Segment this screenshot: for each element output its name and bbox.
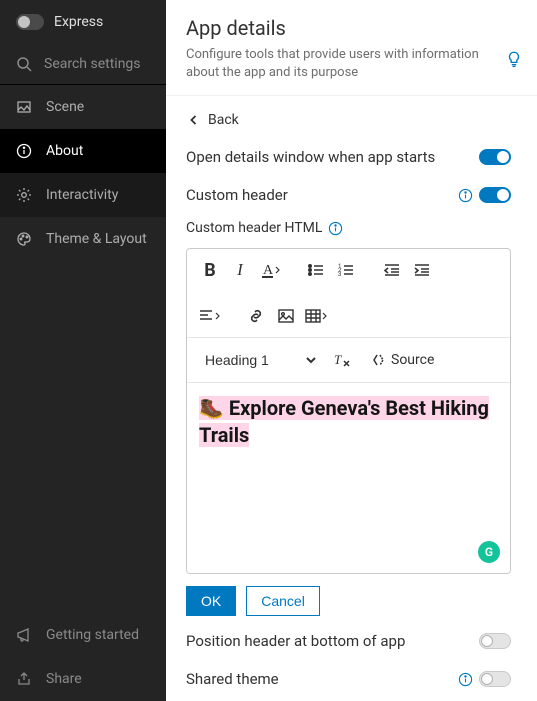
sidebar-item-label: Getting started (46, 627, 139, 643)
sidebar-item-getting-started[interactable]: Getting started (0, 613, 166, 657)
info-icon[interactable] (328, 221, 343, 236)
position-bottom-toggle[interactable] (479, 633, 511, 649)
open-details-toggle[interactable] (479, 149, 511, 165)
format-select[interactable]: Heading 1 (197, 346, 319, 374)
sidebar-bottom: Getting started Share (0, 613, 166, 701)
editor-text[interactable]: 🥾 Explore Geneva's Best Hiking Trails (199, 396, 489, 447)
row-open-details: Open details window when app starts (186, 138, 511, 176)
palette-icon (16, 231, 32, 247)
row-label: Position header at bottom of app (186, 632, 405, 650)
custom-header-toggle[interactable] (479, 187, 511, 203)
info-icon[interactable] (458, 188, 473, 203)
table-button[interactable] (303, 303, 329, 329)
row-label: Custom header (186, 186, 288, 204)
editor-actions: OK Cancel (186, 574, 511, 622)
row-position-bottom: Position header at bottom of app (186, 622, 511, 660)
sidebar-nav: Scene About Interactivity Theme & Layout (0, 85, 166, 261)
share-icon (16, 671, 32, 687)
express-toggle-row: Express (0, 0, 166, 44)
svg-text:A: A (263, 263, 274, 278)
cancel-button[interactable]: Cancel (246, 586, 320, 616)
express-label: Express (54, 14, 103, 30)
scene-icon (16, 99, 32, 115)
grammarly-icon[interactable]: G (478, 541, 500, 563)
search-placeholder: Search settings (44, 56, 141, 72)
chevron-left-icon (186, 112, 202, 128)
source-button[interactable]: Source (365, 347, 438, 373)
ok-button[interactable]: OK (186, 586, 236, 616)
editor-toolbar-row2: Heading 1 T Source (187, 338, 510, 383)
editor-content[interactable]: 🥾 Explore Geneva's Best Hiking Trails G (187, 383, 510, 573)
rich-text-editor: B I A 123 (186, 248, 511, 574)
indent-button[interactable] (409, 257, 435, 283)
sidebar-item-label: About (46, 143, 83, 159)
shared-theme-toggle[interactable] (479, 671, 511, 687)
main-panel: App details Configure tools that provide… (166, 0, 537, 701)
info-icon[interactable] (458, 672, 473, 687)
sidebar-item-theme[interactable]: Theme & Layout (0, 217, 166, 261)
svg-text:T: T (334, 352, 342, 367)
row-custom-header: Custom header (186, 176, 511, 214)
megaphone-icon (16, 627, 32, 643)
row-label: Custom header HTML (186, 220, 322, 236)
page-title: App details (186, 16, 517, 40)
row-label: Open details window when app starts (186, 148, 435, 166)
back-button[interactable]: Back (186, 96, 511, 138)
sidebar-item-share[interactable]: Share (0, 657, 166, 701)
numbered-list-button[interactable]: 123 (333, 257, 359, 283)
page-description: Configure tools that provide users with … (186, 46, 496, 81)
back-label: Back (208, 112, 239, 128)
clear-formatting-button[interactable]: T (329, 347, 355, 373)
sidebar-item-scene[interactable]: Scene (0, 85, 166, 129)
sidebar-item-interactivity[interactable]: Interactivity (0, 173, 166, 217)
panel-header: App details Configure tools that provide… (166, 0, 537, 96)
italic-button[interactable]: I (227, 257, 253, 283)
bold-button[interactable]: B (197, 257, 223, 283)
sidebar-item-about[interactable]: About (0, 129, 166, 173)
outdent-button[interactable] (379, 257, 405, 283)
sidebar-item-label: Scene (46, 99, 84, 115)
sidebar-item-label: Theme & Layout (46, 231, 147, 247)
text-color-button[interactable]: A (257, 257, 283, 283)
image-button[interactable] (273, 303, 299, 329)
source-label: Source (391, 352, 434, 368)
bullet-list-button[interactable] (303, 257, 329, 283)
lightbulb-icon[interactable] (505, 50, 523, 68)
sidebar-item-label: Interactivity (46, 187, 118, 203)
gear-icon (16, 187, 32, 203)
search-icon (16, 56, 32, 72)
align-button[interactable] (197, 303, 223, 329)
row-label: Shared theme (186, 670, 279, 688)
link-button[interactable] (243, 303, 269, 329)
content-scroll[interactable]: Back Open details window when app starts… (166, 96, 537, 701)
svg-text:3: 3 (338, 271, 341, 278)
editor-toolbar: B I A 123 (187, 249, 510, 338)
sidebar: Express Search settings Scene About Inte… (0, 0, 166, 701)
sidebar-item-label: Share (46, 671, 82, 687)
info-icon (16, 143, 32, 159)
search-settings[interactable]: Search settings (0, 44, 166, 85)
express-toggle[interactable] (16, 14, 44, 30)
row-shared-theme: Shared theme (186, 660, 511, 698)
row-custom-header-html: Custom header HTML (186, 214, 511, 248)
